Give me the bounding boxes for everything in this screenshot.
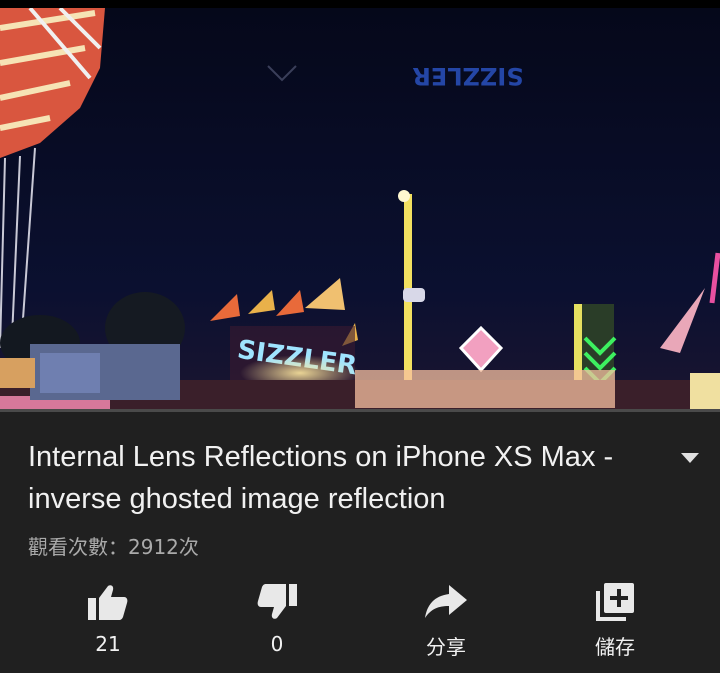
dislike-button[interactable]: 0 <box>217 578 337 660</box>
video-progress-bar[interactable] <box>0 409 720 412</box>
save-button[interactable]: 儲存 <box>555 578 675 660</box>
ghost-reflection: SIZZLER <box>412 62 523 90</box>
add-to-playlist-icon <box>596 578 634 625</box>
thumbs-down-icon <box>257 578 297 626</box>
status-bar-strip <box>0 0 720 8</box>
like-button[interactable]: 21 <box>48 578 168 660</box>
dislike-count: 0 <box>270 632 284 656</box>
share-label: 分享 <box>426 635 466 659</box>
video-title: Internal Lens Reflections on iPhone XS M… <box>28 441 614 515</box>
thumbs-up-icon <box>88 578 128 626</box>
share-button[interactable]: 分享 <box>386 578 506 660</box>
action-bar: 21 0 分享 儲存 <box>0 578 720 660</box>
view-count: 觀看次數：2912次 <box>28 535 199 559</box>
save-label: 儲存 <box>595 635 635 659</box>
svg-text:SIZZLER: SIZZLER <box>412 62 523 90</box>
video-player[interactable]: SIZZLER SIZZLER <box>0 8 720 410</box>
like-count: 21 <box>95 632 121 656</box>
video-frame-night-fair: SIZZLER SIZZLER <box>0 8 720 410</box>
chevron-down-icon <box>681 453 699 463</box>
share-arrow-icon <box>425 578 467 625</box>
expand-description-button[interactable] <box>676 446 704 470</box>
